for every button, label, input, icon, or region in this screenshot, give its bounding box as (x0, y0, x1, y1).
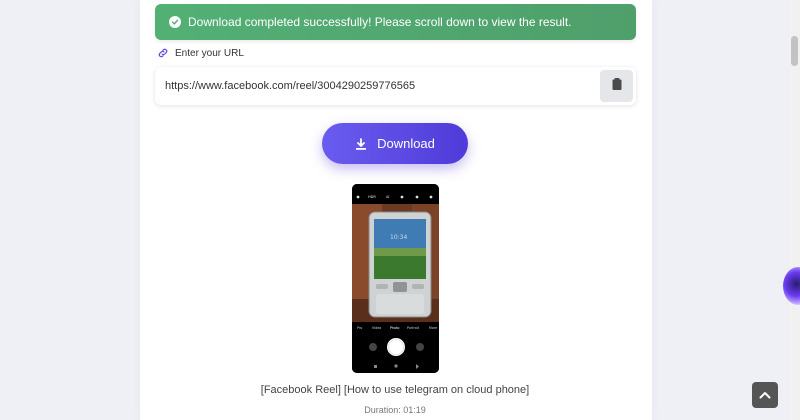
thumb-mode-pro: Pro (357, 326, 362, 330)
svg-text:10:34: 10:34 (390, 234, 407, 241)
chevron-up-icon (759, 386, 771, 404)
thumb-mode-photo: Photo (390, 326, 399, 330)
download-button-label: Download (377, 136, 435, 151)
url-input[interactable] (165, 67, 595, 105)
download-icon (355, 137, 367, 150)
video-duration: Duration: 01:19 (364, 405, 426, 415)
thumb-mode-video: Video (372, 326, 381, 330)
video-thumbnail[interactable]: HDR AI 10:34 Pro Video Photo Portrait Mo… (352, 184, 439, 373)
url-label-text: Enter your URL (175, 47, 244, 59)
thumbnail-image: HDR AI 10:34 Pro Video Photo Portrait Mo… (352, 184, 439, 373)
paste-button[interactable] (600, 70, 633, 102)
thumb-hdr-label: HDR (368, 195, 376, 199)
download-button[interactable]: Download (322, 123, 468, 164)
scrollbar-thumb[interactable] (791, 36, 798, 66)
url-field-wrapper (155, 67, 636, 105)
success-alert: Download completed successfully! Please … (155, 4, 636, 40)
url-label: Enter your URL (157, 47, 244, 59)
clipboard-icon (612, 77, 622, 95)
thumb-mode-more: More (429, 326, 437, 330)
check-circle-icon (169, 16, 181, 28)
video-title: [Facebook Reel] [How to use telegram on … (260, 384, 530, 396)
back-to-top-button[interactable] (752, 382, 778, 408)
alert-message: Download completed successfully! Please … (188, 15, 572, 29)
floating-assistant-button[interactable] (783, 267, 800, 305)
link-icon (157, 47, 169, 59)
thumb-ai-label: AI (386, 195, 389, 199)
thumb-mode-portrait: Portrait (407, 326, 420, 330)
